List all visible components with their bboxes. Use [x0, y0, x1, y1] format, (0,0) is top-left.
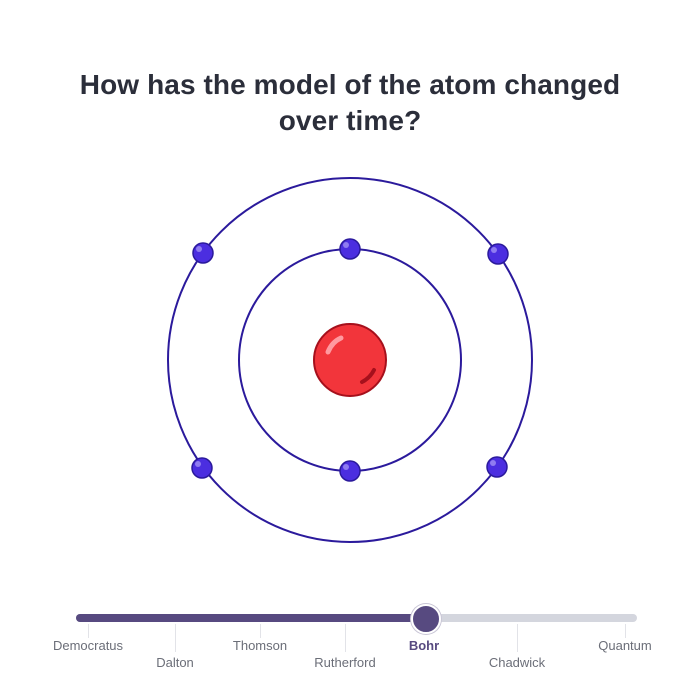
- electron: [339, 238, 361, 260]
- electron: [339, 460, 361, 482]
- atom-model-page: How has the model of the atom changed ov…: [0, 0, 700, 700]
- electron: [486, 456, 508, 478]
- timeline-stop-democratus[interactable]: Democratus: [53, 638, 123, 653]
- timeline-stop-dalton[interactable]: Dalton: [156, 655, 194, 670]
- timeline-stop-bohr[interactable]: Bohr: [409, 638, 439, 653]
- slider-thumb[interactable]: [411, 604, 441, 634]
- electron: [192, 242, 214, 264]
- timeline-stop-chadwick[interactable]: Chadwick: [489, 655, 545, 670]
- nucleus: [313, 323, 387, 397]
- timeline-stop-thomson[interactable]: Thomson: [233, 638, 287, 653]
- electron: [191, 457, 213, 479]
- electron: [487, 243, 509, 265]
- bohr-atom-diagram: [167, 177, 533, 543]
- timeline-stop-rutherford[interactable]: Rutherford: [314, 655, 375, 670]
- slider-track-fill: [76, 614, 424, 622]
- timeline-stop-quantum[interactable]: Quantum: [598, 638, 651, 653]
